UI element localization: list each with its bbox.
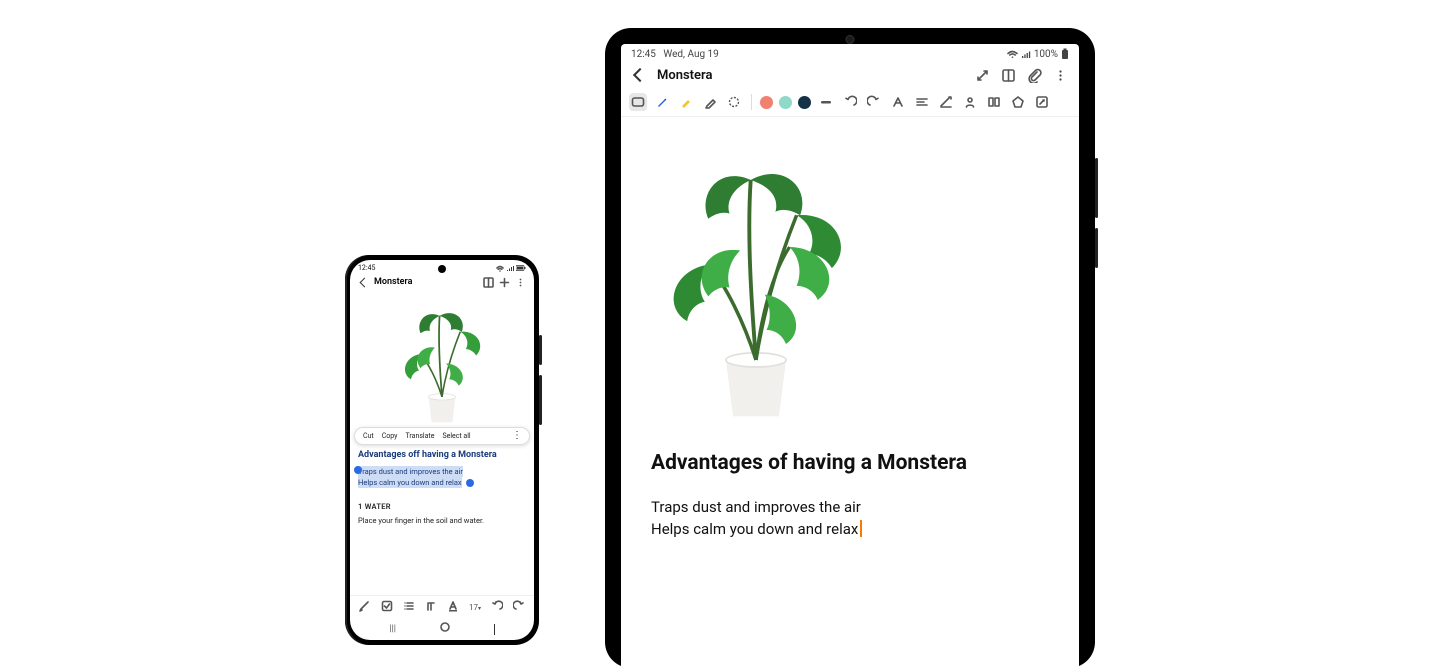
attach-icon[interactable] xyxy=(1025,66,1043,84)
highlighter-tool-icon[interactable] xyxy=(677,93,695,111)
text-style-icon[interactable] xyxy=(424,600,438,614)
tablet-battery-text: 100% xyxy=(1034,49,1058,60)
phone-screen: 12:45 Monstera xyxy=(350,260,534,640)
toolbar-separator xyxy=(751,94,752,110)
tablet-note-canvas[interactable]: Advantages of having a Monstera Traps du… xyxy=(621,117,1079,668)
phone-app-header: Monstera xyxy=(350,274,534,292)
signal-icon xyxy=(1021,50,1031,59)
phone-note-image[interactable] xyxy=(350,292,534,427)
tablet-screen: 12:45 Wed, Aug 19 100% Monstera xyxy=(621,44,1079,668)
phone-note-heading[interactable]: Advantages off having a Monstera xyxy=(358,449,526,461)
font-size-value[interactable]: 17▾ xyxy=(468,603,482,612)
text-cursor xyxy=(860,520,862,537)
lasso-tool-icon[interactable] xyxy=(725,93,743,111)
shape-icon[interactable] xyxy=(1009,93,1027,111)
selected-line-2[interactable]: Helps calm you down and relax xyxy=(358,477,462,488)
phone-note-title: Monstera xyxy=(374,277,412,287)
tablet-note-title: Monstera xyxy=(657,68,712,83)
phone-power-button xyxy=(539,335,542,365)
wifi-icon xyxy=(496,265,504,272)
add-icon[interactable] xyxy=(498,276,510,288)
handwriting-icon[interactable] xyxy=(358,600,372,614)
undo-icon[interactable] xyxy=(841,93,859,111)
text-tool-icon[interactable] xyxy=(629,93,647,111)
ctx-copy[interactable]: Copy xyxy=(382,432,398,440)
ctx-select-all[interactable]: Select all xyxy=(442,432,470,440)
selected-line-1[interactable]: Traps dust and improves the air xyxy=(358,466,463,477)
tablet-note-paragraph[interactable]: Traps dust and improves the air Helps ca… xyxy=(651,497,1059,541)
tablet-drawing-toolbar xyxy=(621,90,1079,117)
tablet-status-time: 12:45 xyxy=(631,49,656,60)
list-icon[interactable] xyxy=(402,600,416,614)
phone-device-frame: 12:45 Monstera xyxy=(345,255,539,645)
tablet-note-image[interactable] xyxy=(641,117,1059,427)
eraser-tool-icon[interactable] xyxy=(701,93,719,111)
tablet-status-date: Wed, Aug 19 xyxy=(663,49,718,60)
nav-home-icon[interactable] xyxy=(439,621,451,636)
phone-section-label[interactable]: 1 WATER xyxy=(358,502,526,511)
phone-status-time: 12:45 xyxy=(358,264,375,272)
battery-icon xyxy=(1061,48,1069,60)
nav-recents-icon[interactable]: ||| xyxy=(389,624,396,634)
pen-tool-icon[interactable] xyxy=(653,93,671,111)
wifi-icon xyxy=(1007,50,1018,59)
phone-body-line[interactable]: Place your finger in the soil and water. xyxy=(358,516,526,525)
back-button[interactable] xyxy=(631,66,649,84)
tablet-device-frame: 12:45 Wed, Aug 19 100% Monstera xyxy=(605,28,1095,668)
tablet-status-bar: 12:45 Wed, Aug 19 100% xyxy=(621,44,1079,64)
phone-format-toolbar: 17▾ xyxy=(350,595,534,618)
tablet-power-button xyxy=(1095,228,1098,268)
text-context-menu: Cut Copy Translate Select all ⋮ xyxy=(354,427,530,445)
tablet-note-heading[interactable]: Advantages of having a Monstera xyxy=(651,451,1059,475)
color-swatch-1[interactable] xyxy=(760,96,773,109)
checkbox-icon[interactable] xyxy=(380,600,394,614)
selection-handle-end[interactable] xyxy=(466,479,474,487)
reading-mode-icon[interactable] xyxy=(482,276,494,288)
selection-handle-start[interactable] xyxy=(354,466,362,474)
phone-note-body[interactable]: Cut Copy Translate Select all ⋮ Advantag… xyxy=(350,427,534,595)
signal-icon xyxy=(506,265,514,272)
ctx-cut[interactable]: Cut xyxy=(363,432,374,440)
easy-writing-icon[interactable] xyxy=(961,93,979,111)
tablet-line-2[interactable]: Helps calm you down and relax xyxy=(651,520,858,538)
phone-nav-bar: ||| xyxy=(350,618,534,640)
text-color-icon[interactable] xyxy=(446,600,460,614)
ctx-translate[interactable]: Translate xyxy=(405,432,434,440)
phone-volume-button xyxy=(539,375,542,425)
battery-icon xyxy=(516,265,526,271)
zoom-lock-icon[interactable] xyxy=(985,93,1003,111)
redo-icon[interactable] xyxy=(512,600,526,614)
handwriting-to-text-icon[interactable] xyxy=(889,93,907,111)
straighten-icon[interactable] xyxy=(937,93,955,111)
redo-icon[interactable] xyxy=(865,93,883,111)
more-icon[interactable] xyxy=(1051,66,1069,84)
stroke-width-icon[interactable] xyxy=(817,93,835,111)
tablet-volume-button xyxy=(1095,158,1098,218)
more-icon[interactable] xyxy=(514,276,526,288)
reading-mode-icon[interactable] xyxy=(999,66,1017,84)
selected-text-block[interactable]: Traps dust and improves the air Helps ca… xyxy=(358,467,526,488)
ctx-more-icon[interactable]: ⋮ xyxy=(512,433,521,439)
color-swatch-3[interactable] xyxy=(798,96,811,109)
tablet-front-camera xyxy=(846,35,855,44)
nav-back-icon[interactable] xyxy=(494,624,495,634)
back-button[interactable] xyxy=(358,276,370,288)
tablet-app-header: Monstera xyxy=(621,64,1079,90)
tablet-line-1[interactable]: Traps dust and improves the air xyxy=(651,498,861,516)
undo-icon[interactable] xyxy=(490,600,504,614)
phone-front-camera xyxy=(438,265,446,273)
convert-icon[interactable] xyxy=(1033,93,1051,111)
expand-icon[interactable] xyxy=(973,66,991,84)
color-swatch-2[interactable] xyxy=(779,96,792,109)
align-icon[interactable] xyxy=(913,93,931,111)
